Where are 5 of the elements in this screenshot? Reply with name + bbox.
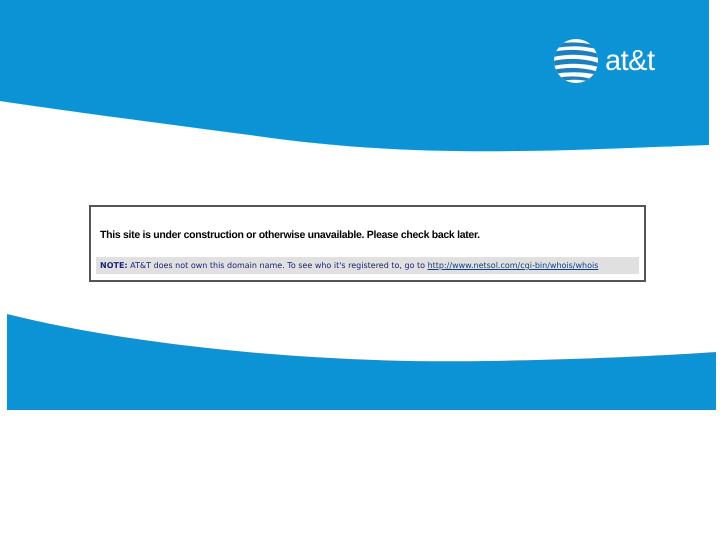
logo-text: at&t xyxy=(605,44,655,78)
note-text: NOTE: AT&T does not own this domain name. To see who it's registered to, go to http://www.netsol.com/cgi-bin/whois/whois xyxy=(96,257,639,274)
globe-logo-icon xyxy=(553,38,599,84)
whois-link[interactable]: http://www.netsol.com/cgi-bin/whois/whois xyxy=(428,261,598,270)
notice-message: This site is under construction or otherwise unavailable. Please check back later. xyxy=(100,229,481,241)
